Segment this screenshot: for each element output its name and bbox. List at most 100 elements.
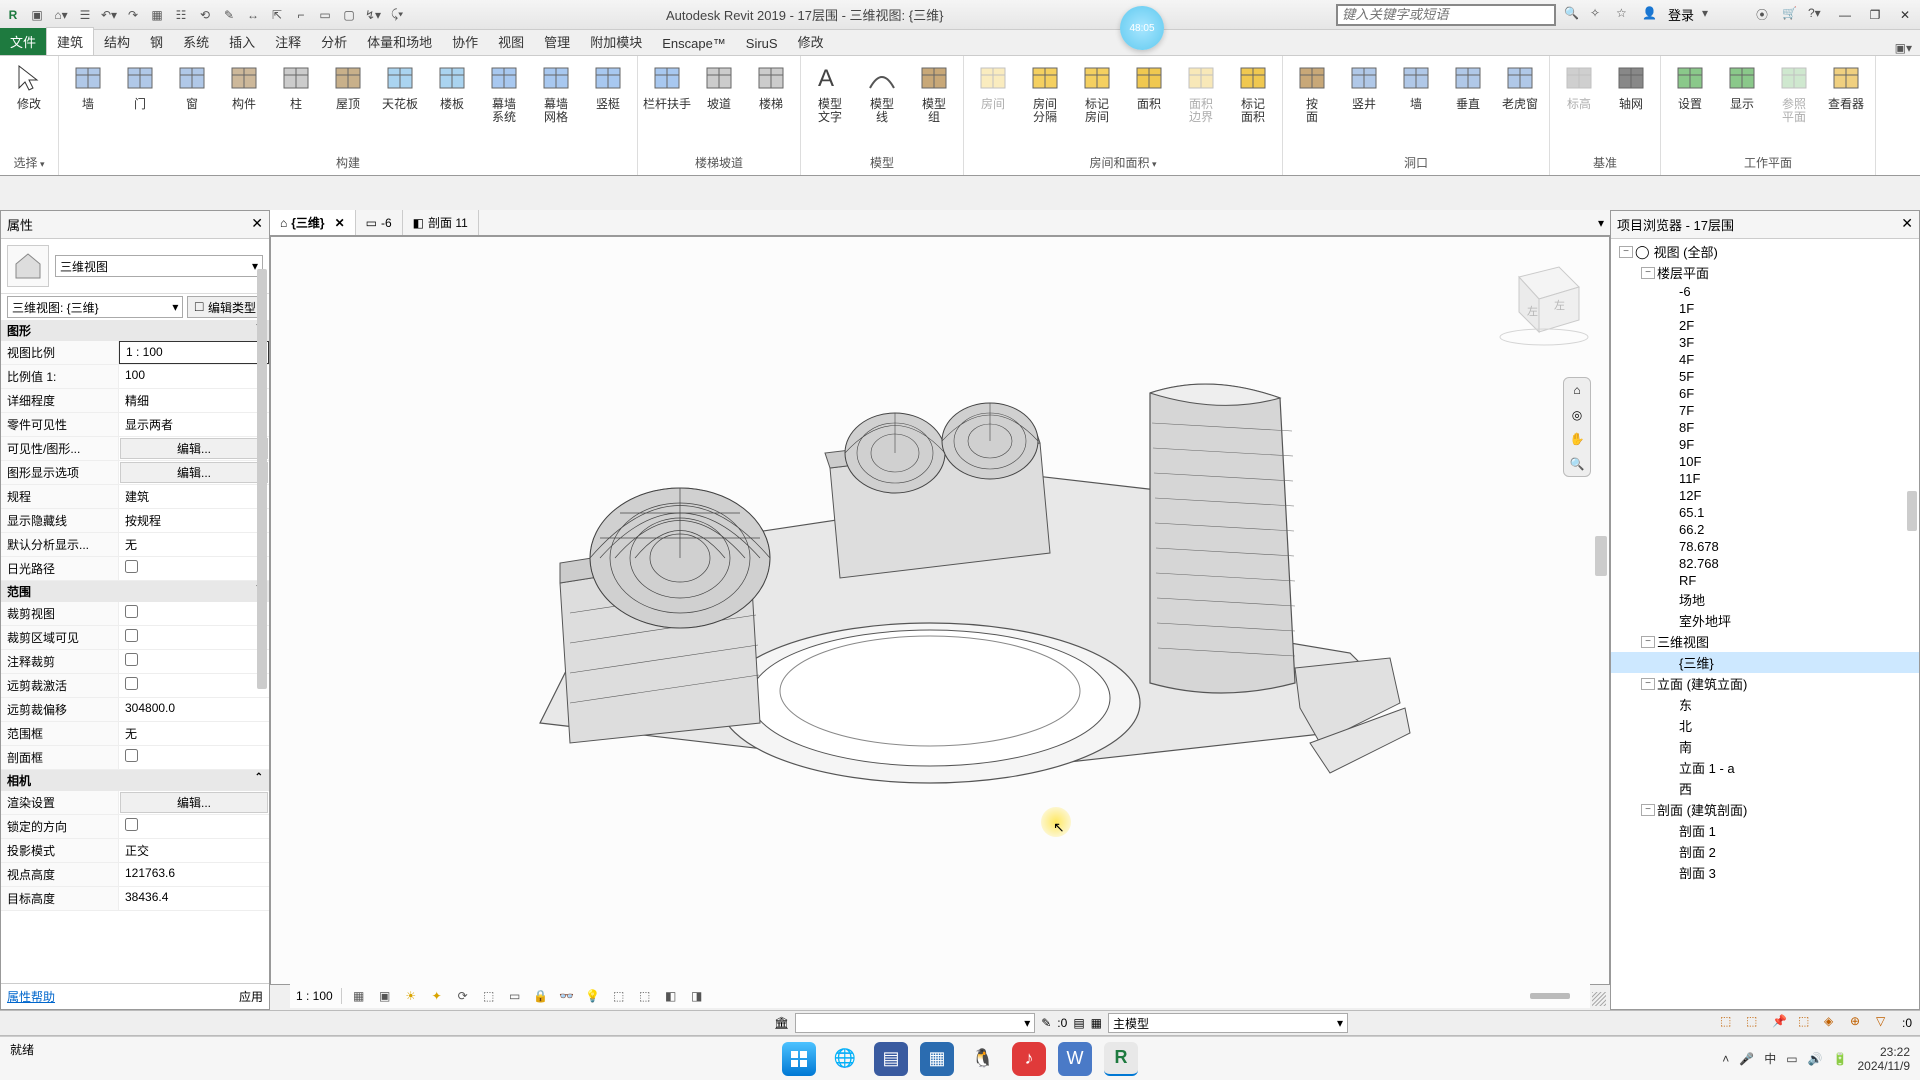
timer-badge[interactable]: 48:05 bbox=[1120, 6, 1164, 50]
view-tab-close-icon[interactable]: ✕ bbox=[335, 216, 345, 230]
properties-help-link[interactable]: 属性帮助 bbox=[7, 988, 55, 1005]
detail-level-icon[interactable]: ▦ bbox=[350, 987, 368, 1005]
opt-icon-1[interactable]: ▤ bbox=[1073, 1016, 1084, 1030]
task-qq-icon[interactable]: 🐧 bbox=[966, 1042, 1000, 1076]
tree-toggle-icon[interactable]: − bbox=[1619, 246, 1633, 258]
qat-redo-icon[interactable]: ↷ bbox=[124, 6, 142, 24]
view-tab-0[interactable]: ⌂{三维}✕ bbox=[270, 210, 356, 235]
crop-region-icon[interactable]: ▭ bbox=[506, 987, 524, 1005]
workset-dropdown[interactable]: ▾ bbox=[795, 1013, 1035, 1033]
select-face-icon[interactable]: ◈ bbox=[1824, 1014, 1842, 1032]
tree-toggle-icon[interactable]: − bbox=[1641, 267, 1655, 279]
tree-row[interactable]: 剖面 1 bbox=[1611, 820, 1919, 841]
type-selector-dropdown[interactable]: 三维视图▾ bbox=[55, 255, 263, 277]
login-drop-icon[interactable]: ▾ bbox=[1702, 6, 1720, 24]
prop-value[interactable]: 100 bbox=[119, 365, 269, 388]
task-app2-icon[interactable]: ▦ bbox=[920, 1042, 954, 1076]
prop-value[interactable] bbox=[119, 650, 269, 673]
star-icon[interactable]: ☆ bbox=[1616, 6, 1634, 24]
ribbon-btn-byface[interactable]: 按面 bbox=[1287, 58, 1337, 152]
ribbon-tab-7[interactable]: 分析 bbox=[311, 28, 357, 55]
cart-icon[interactable]: 🛒 bbox=[1782, 6, 1800, 24]
help-icon[interactable]: ?▾ bbox=[1808, 6, 1826, 24]
view-cube[interactable]: 左 左 bbox=[1479, 257, 1589, 347]
user-icon[interactable]: 👤 bbox=[1642, 6, 1660, 24]
ribbon-tab-15[interactable]: 修改 bbox=[788, 28, 834, 55]
design-option-icon[interactable]: ✎ bbox=[1041, 1016, 1051, 1030]
ribbon-tab-4[interactable]: 系统 bbox=[173, 28, 219, 55]
prop-value[interactable]: 1 : 100 bbox=[119, 341, 269, 364]
tray-clock[interactable]: 23:22 2024/11/9 bbox=[1858, 1045, 1911, 1073]
ribbon-btn-shaft[interactable]: 竖井 bbox=[1339, 58, 1389, 152]
ribbon-expand-icon[interactable]: ▣▾ bbox=[1895, 41, 1912, 55]
ribbon-tab-1[interactable]: 建筑 bbox=[46, 27, 94, 55]
select-link-icon[interactable]: ⬚ bbox=[1720, 1014, 1738, 1032]
qat-undo-icon[interactable]: ↶▾ bbox=[100, 6, 118, 24]
ribbon-btn-dormer[interactable]: 老虎窗 bbox=[1495, 58, 1545, 152]
edit-type-button[interactable]: 🞎 编辑类型 bbox=[187, 296, 263, 318]
exchange-icon[interactable]: ⦿ bbox=[1756, 6, 1774, 24]
tree-toggle-icon[interactable]: − bbox=[1641, 636, 1655, 648]
properties-close-icon[interactable]: ✕ bbox=[251, 215, 263, 234]
tray-widgets-icon[interactable]: ▭ bbox=[1786, 1052, 1797, 1066]
tree-row[interactable]: 11F bbox=[1611, 470, 1919, 487]
scale-label[interactable]: 1 : 100 bbox=[296, 989, 333, 1003]
tree-row[interactable]: 65.1 bbox=[1611, 504, 1919, 521]
resize-grip[interactable] bbox=[1592, 992, 1606, 1006]
ribbon-tab-10[interactable]: 视图 bbox=[488, 28, 534, 55]
ribbon-tab-2[interactable]: 结构 bbox=[94, 28, 140, 55]
prop-section-header[interactable]: 图形⌃ bbox=[1, 320, 269, 341]
temp-hide-icon[interactable]: 👓 bbox=[558, 987, 576, 1005]
ribbon-tab-13[interactable]: Enscape™ bbox=[652, 32, 736, 55]
app-icon[interactable]: R bbox=[4, 6, 22, 24]
tree-row[interactable]: −三维视图 bbox=[1611, 631, 1919, 652]
prop-checkbox[interactable] bbox=[125, 818, 138, 831]
ribbon-tab-9[interactable]: 协作 bbox=[442, 28, 488, 55]
prop-value[interactable]: 304800.0 bbox=[119, 698, 269, 721]
constraint-icon[interactable]: ◨ bbox=[688, 987, 706, 1005]
tree-row[interactable]: 12F bbox=[1611, 487, 1919, 504]
ribbon-tab-0[interactable]: 文件 bbox=[0, 28, 46, 55]
prop-checkbox[interactable] bbox=[125, 749, 138, 762]
ribbon-btn-column[interactable]: 柱 bbox=[271, 58, 321, 152]
visual-style-icon[interactable]: ▣ bbox=[376, 987, 394, 1005]
ribbon-btn-component[interactable]: 构件 bbox=[219, 58, 269, 152]
tree-row[interactable]: 6F bbox=[1611, 385, 1919, 402]
tree-row[interactable]: 9F bbox=[1611, 436, 1919, 453]
ribbon-tab-5[interactable]: 插入 bbox=[219, 28, 265, 55]
tray-ime-label[interactable]: 中 bbox=[1764, 1050, 1776, 1067]
qat-print-icon[interactable]: ☷ bbox=[172, 6, 190, 24]
tree-row[interactable]: 室外地坪 bbox=[1611, 610, 1919, 631]
tree-toggle-icon[interactable]: − bbox=[1641, 804, 1655, 816]
task-music-icon[interactable]: ♪ bbox=[1012, 1042, 1046, 1076]
search-input[interactable] bbox=[1336, 4, 1556, 26]
tree-row[interactable]: 立面 1 - a bbox=[1611, 757, 1919, 778]
prop-value[interactable]: 121763.6 bbox=[119, 863, 269, 886]
prop-checkbox[interactable] bbox=[125, 653, 138, 666]
ribbon-btn-window[interactable]: 窗 bbox=[167, 58, 217, 152]
tree-row[interactable]: −楼层平面 bbox=[1611, 262, 1919, 283]
tree-row[interactable]: 5F bbox=[1611, 368, 1919, 385]
select-underlay-icon[interactable]: ⬚ bbox=[1746, 1014, 1764, 1032]
task-wps-icon[interactable]: W bbox=[1058, 1042, 1092, 1076]
qat-dim-icon[interactable]: ↔ bbox=[244, 6, 262, 24]
prop-value[interactable]: 38436.4 bbox=[119, 887, 269, 910]
browser-scrollbar[interactable] bbox=[1907, 491, 1917, 531]
ribbon-btn-text[interactable]: A模型文字 bbox=[805, 58, 855, 152]
task-revit-icon[interactable]: R bbox=[1104, 1042, 1138, 1076]
tree-row[interactable]: 2F bbox=[1611, 317, 1919, 334]
worksharing-icon[interactable]: ⬚ bbox=[610, 987, 628, 1005]
qat-close-icon[interactable]: ▢ bbox=[340, 6, 358, 24]
close-button[interactable]: ✕ bbox=[1894, 6, 1916, 24]
viewport-scrollbar[interactable] bbox=[1595, 536, 1607, 576]
prop-value[interactable]: 建筑 bbox=[119, 485, 269, 508]
qat-custom-icon[interactable]: ⤹▾ bbox=[388, 6, 406, 24]
nav-zoom-icon[interactable]: 🔍 bbox=[1570, 457, 1585, 471]
prop-value[interactable] bbox=[119, 746, 269, 769]
prop-value[interactable]: 显示两者 bbox=[119, 413, 269, 436]
prop-section-header[interactable]: 相机⌃ bbox=[1, 770, 269, 791]
ribbon-btn-rail[interactable]: 栏杆扶手 bbox=[642, 58, 692, 152]
tree-row[interactable]: 66.2 bbox=[1611, 521, 1919, 538]
ribbon-btn-roomtag[interactable]: 标记房间 bbox=[1072, 58, 1122, 152]
crop-icon[interactable]: ⬚ bbox=[480, 987, 498, 1005]
